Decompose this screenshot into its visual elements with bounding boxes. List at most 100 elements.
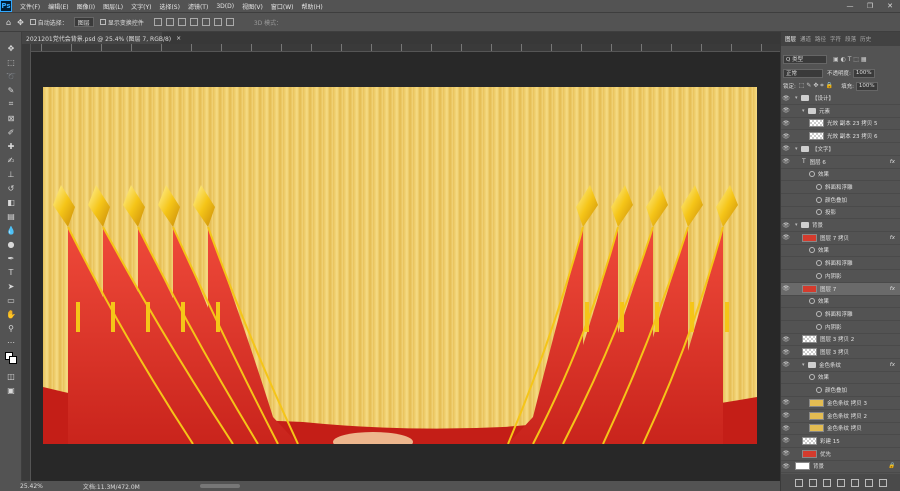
visibility-eye-icon[interactable]: 👁	[781, 399, 791, 406]
auto-select-toggle[interactable]: 自动选择：	[29, 18, 68, 27]
pen-tool-icon[interactable]: ✒	[4, 252, 18, 264]
layer-effect-row[interactable]: 效果	[781, 295, 900, 309]
layer-row[interactable]: 👁 光效 副本 23 拷贝 6	[781, 130, 900, 144]
menu-layer[interactable]: 图层(L)	[103, 2, 123, 11]
tab-layers[interactable]: 图层	[785, 35, 796, 43]
tab-paragraph[interactable]: 段落	[845, 35, 856, 43]
color-swatch-icon[interactable]	[4, 352, 18, 364]
align-left-icon[interactable]	[153, 18, 162, 26]
visibility-eye-icon[interactable]: 👁	[781, 463, 791, 470]
tab-character[interactable]: 字符	[830, 35, 841, 43]
effect-eye-icon[interactable]	[816, 196, 822, 203]
align-middle-icon[interactable]	[201, 18, 210, 26]
effect-eye-icon[interactable]	[816, 209, 822, 216]
add-style-icon[interactable]	[809, 478, 817, 487]
dodge-tool-icon[interactable]: ●	[4, 238, 18, 250]
effect-eye-icon[interactable]	[816, 323, 822, 330]
gradient-tool-icon[interactable]: ▤	[4, 210, 18, 222]
visibility-eye-icon[interactable]: 👁	[781, 95, 791, 102]
effect-eye-icon[interactable]	[809, 374, 815, 381]
effect-eye-icon[interactable]	[809, 171, 815, 178]
fx-icon[interactable]: fx	[890, 362, 895, 368]
distribute-icon[interactable]	[225, 18, 234, 26]
horizontal-scrollbar[interactable]	[200, 484, 240, 488]
adjustment-layer-icon[interactable]	[837, 478, 845, 487]
menu-filter[interactable]: 滤镜(T)	[188, 2, 208, 11]
visibility-eye-icon[interactable]: 👁	[781, 361, 791, 368]
blend-mode-dropdown[interactable]: 正常	[783, 68, 823, 78]
visibility-eye-icon[interactable]: 👁	[781, 120, 791, 127]
layer-row[interactable]: 👁 图层 7 拷贝 fx	[781, 232, 900, 245]
align-bottom-icon[interactable]	[213, 18, 222, 26]
layer-effect-row[interactable]: 效果	[781, 244, 900, 258]
tab-channels[interactable]: 通道	[800, 35, 811, 43]
effect-eye-icon[interactable]	[809, 298, 815, 305]
close-icon[interactable]: ✕	[880, 0, 900, 12]
home-icon[interactable]: ⌂	[6, 18, 11, 27]
brush-tool-icon[interactable]: ✍	[4, 154, 18, 166]
lock-icons[interactable]: ⬚ ✎ ✥ ⌗ 🔒	[799, 82, 833, 90]
effect-eye-icon[interactable]	[816, 387, 822, 394]
filter-kind-dropdown[interactable]: Q 类型	[783, 54, 827, 64]
menu-image[interactable]: 图像(I)	[77, 2, 95, 11]
vertical-ruler[interactable]	[22, 44, 31, 481]
crop-tool-icon[interactable]: ⌗	[4, 98, 18, 110]
layer-row[interactable]: 👁 金色条纹 拷贝 2	[781, 410, 900, 423]
layer-effect-row[interactable]: 内阴影	[781, 321, 900, 334]
layer-effect-row[interactable]: 效果	[781, 168, 900, 182]
visibility-eye-icon[interactable]: 👁	[781, 336, 791, 343]
layer-effect-row[interactable]: 斜面和浮雕	[781, 308, 900, 321]
layer-row[interactable]: 👁 背景 🔒	[781, 460, 900, 474]
menu-3d[interactable]: 3D(D)	[216, 3, 234, 10]
layer-group-row[interactable]: 👁 ▾ 【文字】	[781, 143, 900, 156]
layer-row[interactable]: 👁 彩建 15	[781, 435, 900, 448]
menu-select[interactable]: 选择(S)	[159, 2, 180, 11]
effect-eye-icon[interactable]	[816, 260, 822, 267]
new-group-icon[interactable]	[851, 478, 859, 487]
quick-select-tool-icon[interactable]: ✎	[4, 84, 18, 96]
align-center-icon[interactable]	[165, 18, 174, 26]
frame-tool-icon[interactable]: ⊠	[4, 112, 18, 124]
visibility-eye-icon[interactable]: 👁	[781, 450, 791, 457]
eyedropper-tool-icon[interactable]: ✐	[4, 126, 18, 138]
tab-paths[interactable]: 路径	[815, 35, 826, 43]
fx-icon[interactable]: fx	[890, 235, 895, 241]
lasso-tool-icon[interactable]: ➰	[4, 70, 18, 82]
menu-help[interactable]: 帮助(H)	[302, 2, 323, 11]
menu-edit[interactable]: 编辑(E)	[48, 2, 68, 11]
filter-icons[interactable]: ▣ ◐ T ⬚ ▦	[833, 56, 867, 63]
show-transform-toggle[interactable]: 显示变换控件	[99, 18, 144, 27]
effect-eye-icon[interactable]	[809, 247, 815, 254]
document-tab[interactable]: 2021201党代会背景.psd @ 25.4% (图层 7, RGB/8) ×	[22, 32, 181, 44]
stamp-tool-icon[interactable]: ⊥	[4, 168, 18, 180]
layer-group-row[interactable]: 👁 ▾ 【设计】	[781, 92, 900, 105]
delete-layer-icon[interactable]	[879, 478, 887, 487]
add-mask-icon[interactable]	[823, 478, 831, 487]
effect-eye-icon[interactable]	[816, 310, 822, 317]
layer-row[interactable]: 👁 图层 3 拷贝 2	[781, 333, 900, 347]
link-layers-icon[interactable]	[795, 478, 803, 487]
visibility-eye-icon[interactable]: 👁	[781, 349, 791, 356]
layer-effect-row[interactable]: 内阴影	[781, 270, 900, 283]
fx-icon[interactable]: fx	[890, 286, 895, 292]
visibility-eye-icon[interactable]: 👁	[781, 425, 791, 432]
visibility-eye-icon[interactable]: 👁	[781, 222, 791, 229]
visibility-eye-icon[interactable]: 👁	[781, 285, 791, 292]
effect-eye-icon[interactable]	[816, 183, 822, 190]
fx-icon[interactable]: fx	[890, 159, 895, 165]
layer-row[interactable]: 👁 图层 3 拷贝	[781, 346, 900, 359]
align-right-icon[interactable]	[177, 18, 186, 26]
rectangle-tool-icon[interactable]: ▭	[4, 294, 18, 306]
screen-mode-icon[interactable]: ▣	[4, 384, 18, 396]
maximize-icon[interactable]: ❐	[860, 0, 880, 12]
move-icon[interactable]: ✥	[17, 18, 24, 27]
marquee-tool-icon[interactable]: ⬚	[4, 56, 18, 68]
layer-effect-row[interactable]: 斜面和浮雕	[781, 181, 900, 194]
effect-eye-icon[interactable]	[816, 272, 822, 279]
menu-file[interactable]: 文件(F)	[20, 2, 40, 11]
align-top-icon[interactable]	[189, 18, 198, 26]
fill-input[interactable]: 100%	[855, 81, 878, 91]
type-tool-icon[interactable]: T	[4, 266, 18, 278]
visibility-eye-icon[interactable]: 👁	[781, 107, 791, 114]
layer-effect-row[interactable]: 效果	[781, 371, 900, 385]
